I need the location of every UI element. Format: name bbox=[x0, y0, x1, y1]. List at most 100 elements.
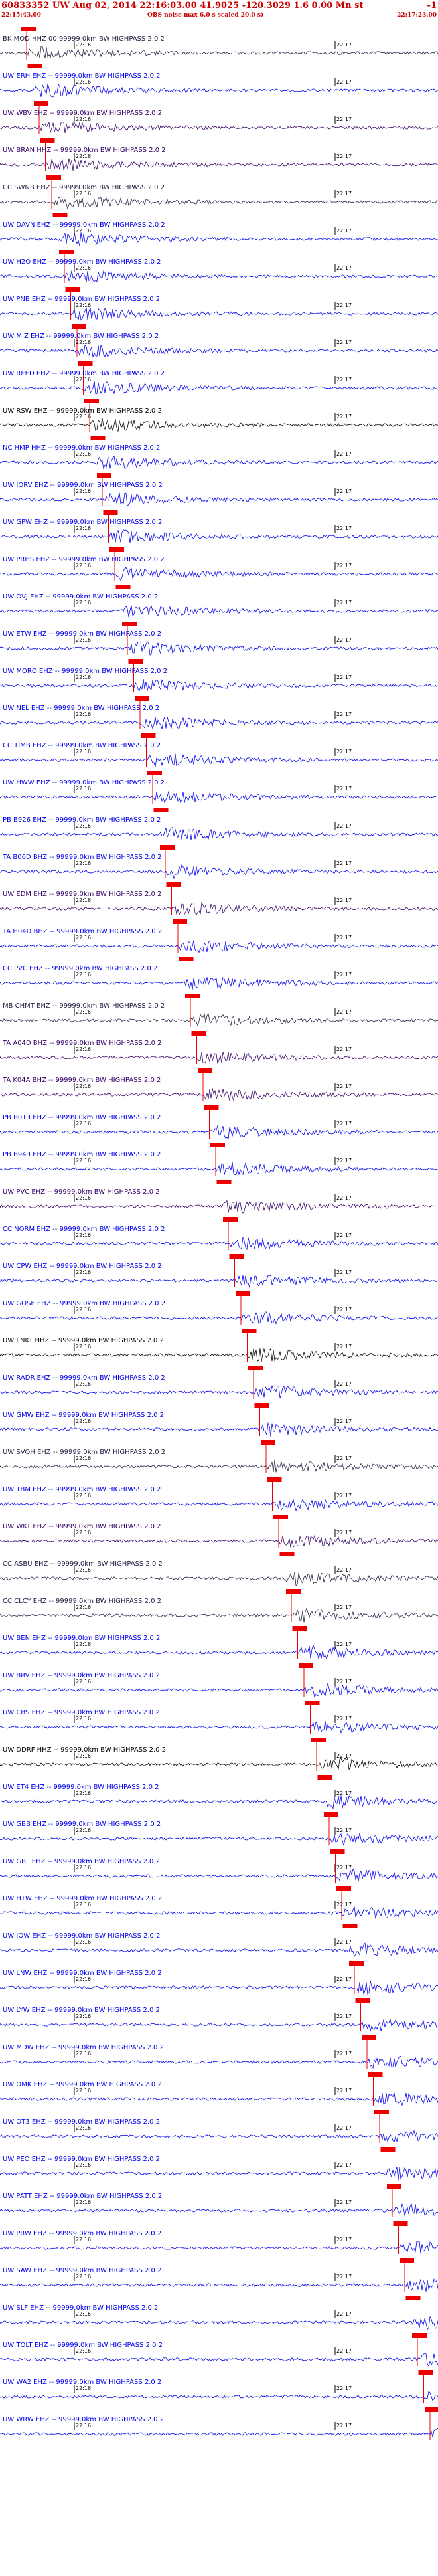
tick-label-left: 22:16 bbox=[76, 79, 92, 85]
station-track: UW CPW EHZ -- 99999.0km BW HIGHPASS 2.0 … bbox=[0, 1254, 438, 1291]
waveform bbox=[0, 287, 438, 321]
waveform bbox=[0, 1849, 438, 1883]
waveform-trace bbox=[0, 197, 438, 210]
station-track: UW ET4 EHZ -- 99999.0km BW HIGHPASS 2.0 … bbox=[0, 1775, 438, 1812]
pick-marker bbox=[267, 1477, 282, 1482]
station-track: UW PNB EHZ -- 99999.0km BW HIGHPASS 2.0 … bbox=[0, 287, 438, 324]
station-track: PB B013 EHZ -- 99999.0km BW HIGHPASS 2.0… bbox=[0, 1105, 438, 1143]
waveform-trace bbox=[0, 976, 438, 990]
station-track: UW CBS EHZ -- 99999.0km BW HIGHPASS 2.0 … bbox=[0, 1701, 438, 1738]
station-track: BK MOD HHZ 00 99999 0km BW HIGHPASS 2.0 … bbox=[0, 27, 438, 64]
station-track: UW GBB EHZ -- 99999.0km BW HIGHPASS 2.0 … bbox=[0, 1812, 438, 1849]
pick-marker bbox=[261, 1440, 275, 1445]
pick-marker bbox=[405, 2296, 421, 2300]
waveform bbox=[0, 882, 438, 916]
pick-marker bbox=[141, 733, 156, 738]
end-time: 22:17:23.00 bbox=[397, 12, 437, 19]
pick-marker bbox=[330, 1849, 345, 1854]
waveform bbox=[0, 1254, 438, 1288]
tick-label-left: 22:16 bbox=[76, 563, 92, 569]
waveform bbox=[0, 2370, 438, 2403]
station-track: UW PEO EHZ -- 99999.0km BW HIGHPASS 2.0 … bbox=[0, 2147, 438, 2184]
pick-marker bbox=[229, 1254, 244, 1259]
tick-label-right: 22:17 bbox=[336, 525, 352, 531]
tick-label-right: 22:17 bbox=[336, 2423, 352, 2429]
waveform bbox=[0, 1366, 438, 1399]
event-title: 60833352 UW Aug 02, 2014 22:16:03.00 41.… bbox=[1, 1, 364, 11]
pick-marker bbox=[380, 2147, 396, 2152]
pick-marker bbox=[115, 585, 131, 589]
station-track: UW DDRF HHZ -- 99999.0km BW HIGHPASS 2.0… bbox=[0, 1738, 438, 1775]
tick-label-right: 22:17 bbox=[336, 42, 352, 48]
station-track: UW BRV EHZ -- 99999.0km BW HIGHPASS 2.0 … bbox=[0, 1663, 438, 1701]
station-track: UW TOLT EHZ -- 99999.0km BW HIGHPASS 2.0… bbox=[0, 2333, 438, 2370]
tick-label-left: 22:16 bbox=[76, 600, 92, 606]
waveform bbox=[0, 919, 438, 953]
pick-marker bbox=[216, 1180, 232, 1184]
tick-label-right: 22:17 bbox=[336, 1865, 352, 1871]
tick-label-right: 22:17 bbox=[336, 1679, 352, 1685]
pick-marker bbox=[418, 2370, 433, 2375]
tick-label-right: 22:17 bbox=[336, 2088, 352, 2094]
pick-marker bbox=[52, 213, 68, 217]
waveform-trace bbox=[0, 2278, 438, 2292]
tick-label-right: 22:17 bbox=[336, 2051, 352, 2057]
tick-label-left: 22:16 bbox=[76, 1344, 92, 1350]
tick-label-right: 22:17 bbox=[336, 191, 352, 197]
station-track: TA K04A BHZ -- 99999.0km BW HIGHPASS 2.0… bbox=[0, 1068, 438, 1105]
tick-label-right: 22:17 bbox=[336, 749, 352, 755]
waveform bbox=[0, 175, 438, 210]
tick-label-left: 22:16 bbox=[76, 1902, 92, 1908]
pick-marker bbox=[362, 2035, 376, 2040]
station-track: UW BRAN HHZ -- 99999.0km BW HIGHPASS 2.0… bbox=[0, 138, 438, 175]
tick-label-right: 22:17 bbox=[336, 302, 352, 308]
tick-label-right: 22:17 bbox=[336, 711, 352, 717]
pick-marker bbox=[248, 1366, 263, 1370]
station-track: UW JORV EHZ -- 99999.0km BW HIGHPASS 2.0… bbox=[0, 473, 438, 510]
station-track: CC PVC EHZ -- 99999.0km BW HIGHPASS 2.0 … bbox=[0, 957, 438, 994]
waveform bbox=[0, 957, 438, 990]
tick-label-right: 22:17 bbox=[336, 2125, 352, 2131]
pick-marker bbox=[122, 622, 137, 626]
waveform-trace bbox=[0, 1385, 438, 1399]
waveform bbox=[0, 1329, 438, 1362]
waveform-trace bbox=[0, 717, 438, 730]
station-track: UW WKT EHZ -- 99999.0km BW HIGHPASS 2.0 … bbox=[0, 1515, 438, 1552]
tick-label-right: 22:17 bbox=[336, 1604, 352, 1610]
station-track: TA B06D BHZ -- 99999.0km BW HIGHPASS 2.0… bbox=[0, 845, 438, 882]
tick-label-left: 22:16 bbox=[76, 488, 92, 494]
waveform bbox=[0, 1477, 438, 1512]
pick-marker bbox=[65, 287, 80, 292]
tick-label-right: 22:17 bbox=[336, 1976, 352, 1982]
pick-marker bbox=[210, 1143, 225, 1147]
tick-label-right: 22:17 bbox=[336, 1269, 352, 1275]
waveform-trace bbox=[0, 2427, 438, 2437]
waveform bbox=[0, 771, 438, 804]
waveform bbox=[0, 808, 438, 841]
pick-marker bbox=[110, 547, 124, 552]
station-track: UW RADR EHZ -- 99999.0km BW HIGHPASS 2.0… bbox=[0, 1366, 438, 1403]
pick-marker bbox=[242, 1329, 257, 1333]
waveform bbox=[0, 733, 438, 767]
tick-label-left: 22:16 bbox=[76, 1158, 92, 1164]
tick-label-left: 22:16 bbox=[76, 1381, 92, 1387]
tick-label-right: 22:17 bbox=[336, 377, 352, 383]
waveform bbox=[0, 2296, 438, 2330]
station-track: CC NORM EHZ -- 99999.0km BW HIGHPASS 2.0… bbox=[0, 1217, 438, 1254]
station-track: UW WA2 EHZ -- 99999.0km BW HIGHPASS 2.0 … bbox=[0, 2370, 438, 2407]
waveform bbox=[0, 696, 438, 730]
tick-label-left: 22:16 bbox=[76, 451, 92, 457]
waveform-trace bbox=[0, 2316, 438, 2330]
tick-label-right: 22:17 bbox=[336, 1158, 352, 1164]
station-track: UW SLF EHZ -- 99999.0km BW HIGHPASS 2.0 … bbox=[0, 2296, 438, 2333]
tick-label-left: 22:16 bbox=[76, 2237, 92, 2243]
tick-label-left: 22:16 bbox=[76, 2013, 92, 2019]
tick-label-right: 22:17 bbox=[336, 1716, 352, 1722]
pick-marker bbox=[185, 994, 200, 998]
waveform-trace bbox=[0, 121, 438, 134]
station-track: UW HWW EHZ -- 99999.0km BW HIGHPASS 2.0 … bbox=[0, 771, 438, 808]
waveform bbox=[0, 64, 438, 98]
tick-label-left: 22:16 bbox=[76, 1716, 92, 1722]
pick-marker bbox=[400, 2258, 414, 2263]
waveform-trace bbox=[0, 1720, 438, 1734]
